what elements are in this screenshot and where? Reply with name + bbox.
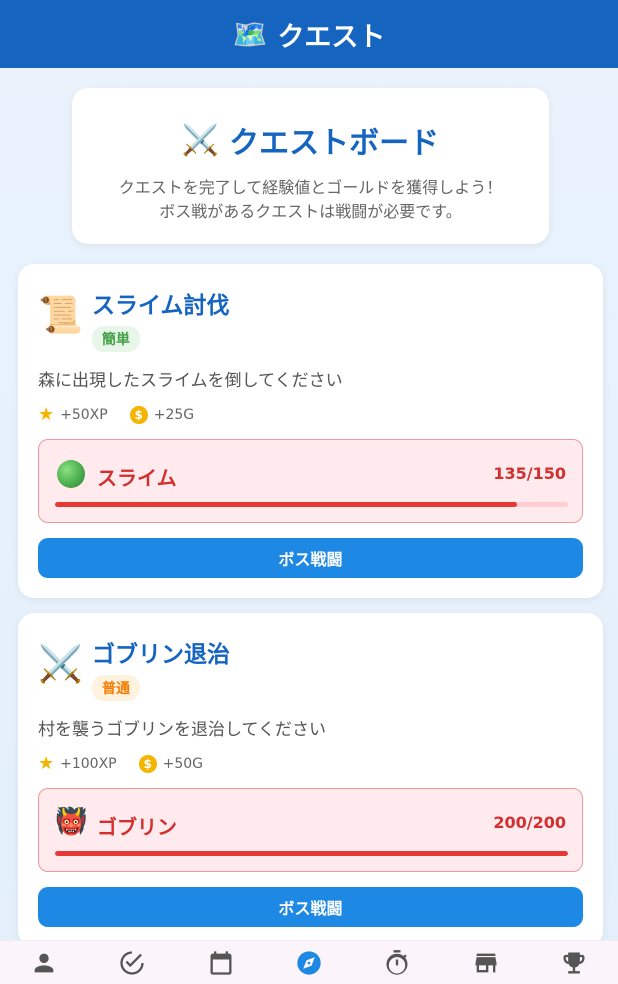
page-subtitle: クエストを完了して経験値とゴールドを獲得しよう！ ボス戦があるクエストは戦闘が必… bbox=[72, 176, 549, 224]
coin-icon: $ bbox=[129, 405, 148, 424]
boss-battle-button[interactable]: ボス戦闘 bbox=[38, 887, 583, 927]
scroll-icon: 📜 bbox=[38, 295, 83, 336]
boss-battle-button[interactable]: ボス戦闘 bbox=[38, 538, 583, 578]
boss-name: スライム bbox=[97, 466, 177, 490]
subtitle-line-2: ボス戦があるクエストは戦闘が必要です。 bbox=[159, 202, 462, 221]
boss-hp-text: 200/200 bbox=[493, 813, 566, 832]
difficulty-badge: 普通 bbox=[92, 675, 140, 701]
gold-reward: +50G bbox=[162, 755, 204, 772]
crossed-swords-icon: ⚔️ bbox=[38, 644, 83, 685]
quest-header: ⚔️ ゴブリン退治 普通 bbox=[38, 641, 230, 701]
app-bar: 🗺️ クエスト bbox=[0, 0, 618, 68]
nav-tasks[interactable] bbox=[112, 943, 152, 983]
timer-icon bbox=[386, 949, 408, 975]
quest-description: 森に出現したスライムを倒してください bbox=[38, 371, 343, 391]
quest-card: ⚔️ ゴブリン退治 普通 村を襲うゴブリンを退治してください ★ +100XP … bbox=[18, 613, 603, 947]
subtitle-line-1: クエストを完了して経験値とゴールドを獲得しよう！ bbox=[118, 178, 503, 197]
gold-reward: +25G bbox=[153, 406, 195, 423]
quest-board-header: ⚔️ クエストボード クエストを完了して経験値とゴールドを獲得しよう！ ボス戦が… bbox=[72, 88, 549, 244]
star-icon: ★ bbox=[38, 404, 55, 425]
crossed-swords-icon: ⚔️ bbox=[181, 122, 220, 158]
nav-calendar[interactable] bbox=[201, 943, 241, 983]
xp-reward: +50XP bbox=[60, 406, 108, 423]
page-title-text: クエストボード bbox=[229, 126, 440, 161]
calendar-icon bbox=[210, 950, 232, 975]
store-icon bbox=[475, 953, 497, 972]
boss-status: スライム 135/150 bbox=[38, 439, 583, 523]
map-icon: 🗺️ bbox=[232, 17, 268, 51]
coin-icon: $ bbox=[138, 754, 157, 773]
boss-status: 👹 ゴブリン 200/200 bbox=[38, 788, 583, 872]
boss-hp-fill bbox=[55, 502, 517, 507]
quest-title: ゴブリン退治 bbox=[92, 642, 230, 668]
quest-title: スライム討伐 bbox=[92, 293, 230, 319]
bottom-navigation bbox=[0, 940, 618, 984]
nav-achievements[interactable] bbox=[554, 943, 594, 983]
quest-rewards: ★ +50XP $ +25G bbox=[38, 404, 194, 425]
nav-quests[interactable] bbox=[289, 943, 329, 983]
boss-hp-fill bbox=[55, 851, 568, 856]
nav-shop[interactable] bbox=[466, 943, 506, 983]
xp-reward: +100XP bbox=[60, 755, 117, 772]
boss-hp-bar bbox=[55, 502, 568, 507]
nav-profile[interactable] bbox=[24, 943, 64, 983]
boss-hp-bar bbox=[55, 851, 568, 856]
ogre-icon: 👹 bbox=[55, 807, 88, 837]
app-title: クエスト bbox=[277, 21, 386, 53]
quest-rewards: ★ +100XP $ +50G bbox=[38, 753, 203, 774]
compass-icon bbox=[297, 950, 321, 975]
quest-card: 📜 スライム討伐 簡単 森に出現したスライムを倒してください ★ +50XP $… bbox=[18, 264, 603, 598]
nav-timer[interactable] bbox=[377, 943, 417, 983]
person-icon bbox=[34, 953, 54, 972]
trophy-icon bbox=[563, 952, 585, 973]
boss-name: ゴブリン bbox=[97, 815, 177, 839]
quest-header: 📜 スライム討伐 簡単 bbox=[38, 292, 230, 352]
star-icon: ★ bbox=[38, 753, 55, 774]
difficulty-badge: 簡単 bbox=[92, 326, 140, 352]
green-circle-icon bbox=[57, 460, 85, 488]
page-title: ⚔️ クエストボード bbox=[72, 118, 549, 162]
check-circle-icon bbox=[120, 950, 145, 975]
quest-description: 村を襲うゴブリンを退治してください bbox=[38, 720, 326, 740]
boss-hp-text: 135/150 bbox=[493, 464, 566, 483]
